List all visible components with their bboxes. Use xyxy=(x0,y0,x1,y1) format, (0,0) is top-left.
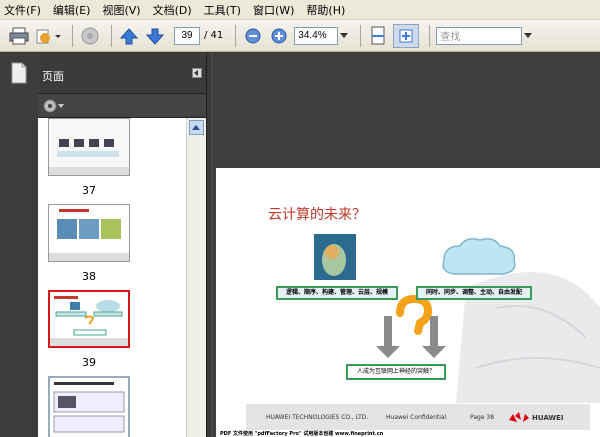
collapse-panel-icon[interactable] xyxy=(192,68,202,78)
pdf-watermark: PDF 文件使用 "pdfFactory Pro" 试用版本创建 www.fin… xyxy=(220,431,384,437)
thumbnail-label: 39 xyxy=(82,356,96,369)
menu-view[interactable]: 视图(V) xyxy=(102,2,140,18)
zoom-dropdown-chevron-icon[interactable] xyxy=(338,25,350,47)
panel-options-bar xyxy=(38,94,206,118)
next-page-icon[interactable] xyxy=(144,25,166,47)
find-dropdown-chevron-icon[interactable] xyxy=(522,25,534,47)
footer-company: HUAWEI TECHNOLOGIES CO., LTD. xyxy=(266,414,369,421)
find-input[interactable] xyxy=(436,26,523,45)
navigation-sidebar xyxy=(0,52,38,437)
previous-page-icon[interactable] xyxy=(118,25,140,47)
left-concept-box: 逻辑、顺序、构建、管理、云层、规模 xyxy=(276,286,398,300)
pages-panel-header: 页面 xyxy=(38,52,206,94)
footer-page-number: Page 38 xyxy=(470,414,495,421)
slide-title: 云计算的未来？ xyxy=(268,207,366,223)
menu-bar: 文件(F) 编辑(E) 视图(V) 文档(D) 工具(T) 窗口(W) 帮助(H… xyxy=(0,0,600,20)
footer-confidential: Huawei Confidential xyxy=(386,414,447,421)
question-box: 人成为互联网上神经的突触？ xyxy=(346,364,446,380)
scroll-up-icon[interactable] xyxy=(189,120,204,135)
thumbnail-page-40[interactable] xyxy=(48,376,130,437)
document-viewport[interactable]: 云计算的未来？ 逻辑、顺序、构建、管理、云层、规模 同时、同步、调整、主动、自由… xyxy=(212,52,600,437)
thumbnail-page-38[interactable] xyxy=(48,204,130,262)
pages-icon[interactable] xyxy=(10,62,28,87)
menu-file[interactable]: 文件(F) xyxy=(4,2,41,18)
collaborate-icon[interactable] xyxy=(34,25,62,47)
pages-panel: 页面 37 38 39 xyxy=(38,52,206,437)
menu-document[interactable]: 文档(D) xyxy=(153,2,192,18)
zoom-input[interactable] xyxy=(294,26,339,45)
options-gear-icon[interactable] xyxy=(42,98,64,117)
print-icon[interactable] xyxy=(8,25,30,47)
huawei-logo-text: HUAWEI xyxy=(532,414,564,422)
thumbnail-label: 38 xyxy=(82,270,96,283)
thumbnails-list[interactable]: 37 38 39 xyxy=(38,118,206,437)
right-concept-box: 同时、同步、调整、主动、自由发配 xyxy=(416,286,532,300)
zoom-out-icon[interactable] xyxy=(242,25,264,47)
thumbnail-page-39[interactable] xyxy=(48,290,130,348)
thumbnail-page-37[interactable] xyxy=(48,118,130,176)
page-total: / 41 xyxy=(204,30,224,41)
network-icon[interactable] xyxy=(79,25,101,47)
document-page: 云计算的未来？ 逻辑、顺序、构建、管理、云层、规模 同时、同步、调整、主动、自由… xyxy=(216,168,600,437)
pages-panel-title: 页面 xyxy=(42,70,64,83)
thumbnails-scrollbar[interactable] xyxy=(186,118,206,437)
menu-edit[interactable]: 编辑(E) xyxy=(53,2,91,18)
menu-tools[interactable]: 工具(T) xyxy=(204,2,241,18)
page-number-input[interactable] xyxy=(174,26,200,45)
menu-window[interactable]: 窗口(W) xyxy=(253,2,294,18)
zoom-in-icon[interactable] xyxy=(268,25,290,47)
single-page-view-icon[interactable] xyxy=(367,25,389,47)
thumbnail-label: 37 xyxy=(82,184,96,197)
fit-page-icon[interactable] xyxy=(393,23,420,48)
toolbar: / 41 xyxy=(0,20,600,52)
menu-help[interactable]: 帮助(H) xyxy=(306,2,345,18)
